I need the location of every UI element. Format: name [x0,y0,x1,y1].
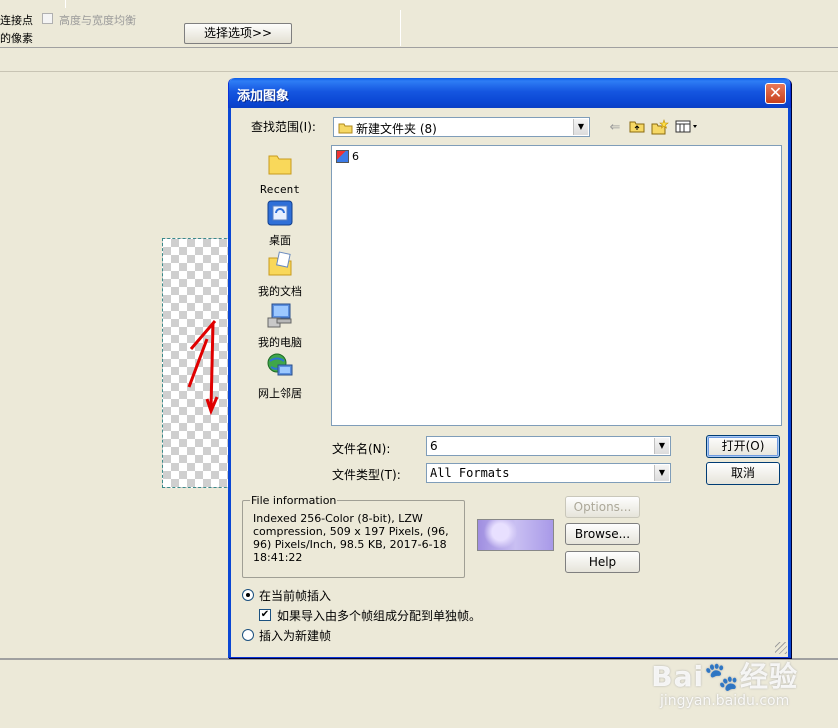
browse-button[interactable]: Browse... [565,523,640,545]
places-label: Recent [260,183,300,196]
keep-ratio-checkbox[interactable] [42,13,53,24]
places-label: 我的电脑 [258,336,302,349]
filename-label: 文件名(N): [332,442,391,456]
paw-icon: 🐾 [704,660,740,693]
look-in-dropdown[interactable]: 新建文件夹 (8) ▼ [333,117,590,137]
watermark-url: jingyan.baidu.com [660,693,790,709]
view-menu-icon[interactable] [675,119,699,137]
transparent-canvas [162,238,232,488]
insert-new-radio[interactable] [242,629,254,641]
insert-current-label: 在当前帧插入 [259,589,332,603]
filename-value: 6 [430,439,438,453]
places-network[interactable]: 网上邻居 [244,352,316,401]
look-in-value: 新建文件夹 (8) [356,122,437,136]
chevron-down-icon[interactable]: ▼ [573,119,588,135]
resize-grip[interactable] [775,642,787,654]
desktop-icon [267,200,293,226]
toolbar-separator [400,10,401,46]
list-item[interactable]: 6 [336,150,359,163]
options-button[interactable]: Options... [565,496,640,518]
chevron-down-icon[interactable]: ▼ [654,438,669,454]
look-in-label: 查找范围(I): [251,120,316,134]
dialog-frame [788,108,791,657]
places-my-computer[interactable]: 我的电脑 [244,301,316,350]
pixels-label: 的像素 [0,32,33,45]
dialog-title: 添加图象 [237,89,290,104]
connect-points-label: 连接点 [0,14,33,27]
insert-current-radio[interactable] [242,589,254,601]
image-file-icon [336,150,349,163]
keep-ratio-label: 高度与宽度均衡 [59,14,136,27]
places-recent[interactable]: Recent [244,150,316,196]
new-folder-icon[interactable] [651,119,669,137]
filename-field[interactable]: 6 ▼ [426,436,671,456]
back-icon[interactable]: ⇐ [606,119,624,137]
dialog-titlebar[interactable]: 添加图象 ✕ [229,78,790,108]
app-toolbar: 连接点 高度与宽度均衡 的像素 选择选项>> [0,0,838,48]
chevron-down-icon[interactable]: ▼ [654,465,669,481]
split-frames-checkbox[interactable]: ✔ [259,609,271,621]
recent-folder-icon [268,155,292,175]
up-folder-icon[interactable] [628,119,646,137]
close-button[interactable]: ✕ [765,83,786,104]
cancel-button[interactable]: 取消 [706,462,780,485]
places-label: 桌面 [269,234,291,247]
red-arrow-drawing [187,320,219,416]
places-desktop[interactable]: 桌面 [244,199,316,248]
split-frames-label: 如果导入由多个帧组成分配到单独帧。 [277,609,482,623]
places-my-documents[interactable]: 我的文档 [244,250,316,299]
watermark-brand: Bai [651,660,705,693]
folder-icon [338,123,353,134]
app-strip [0,48,838,72]
my-documents-icon [268,251,292,276]
watermark-brand-cn: 经验 [739,660,798,693]
help-button[interactable]: Help [565,551,640,573]
insert-new-label: 插入为新建帧 [259,629,332,643]
filetype-value: All Formats [430,466,510,480]
file-name: 6 [352,150,359,163]
close-icon: ✕ [768,83,783,102]
dialog-frame [228,108,231,657]
image-preview [477,519,554,551]
open-button[interactable]: 打开(O) [706,435,780,458]
network-globe-icon [267,353,293,376]
baidu-watermark: Bai🐾经验 jingyan.baidu.com [651,655,798,709]
file-info-legend: File information [250,494,338,507]
my-computer-icon [267,303,292,328]
places-label: 我的文档 [258,285,302,298]
filetype-dropdown[interactable]: All Formats ▼ [426,463,671,483]
file-list[interactable]: 6 [331,145,782,426]
filetype-label: 文件类型(T): [332,468,401,482]
file-info-text: Indexed 256-Color (8-bit), LZW compressi… [253,512,449,564]
places-label: 网上邻居 [258,387,302,400]
select-options-button[interactable]: 选择选项>> [184,23,292,44]
toolbar-separator [65,0,66,8]
